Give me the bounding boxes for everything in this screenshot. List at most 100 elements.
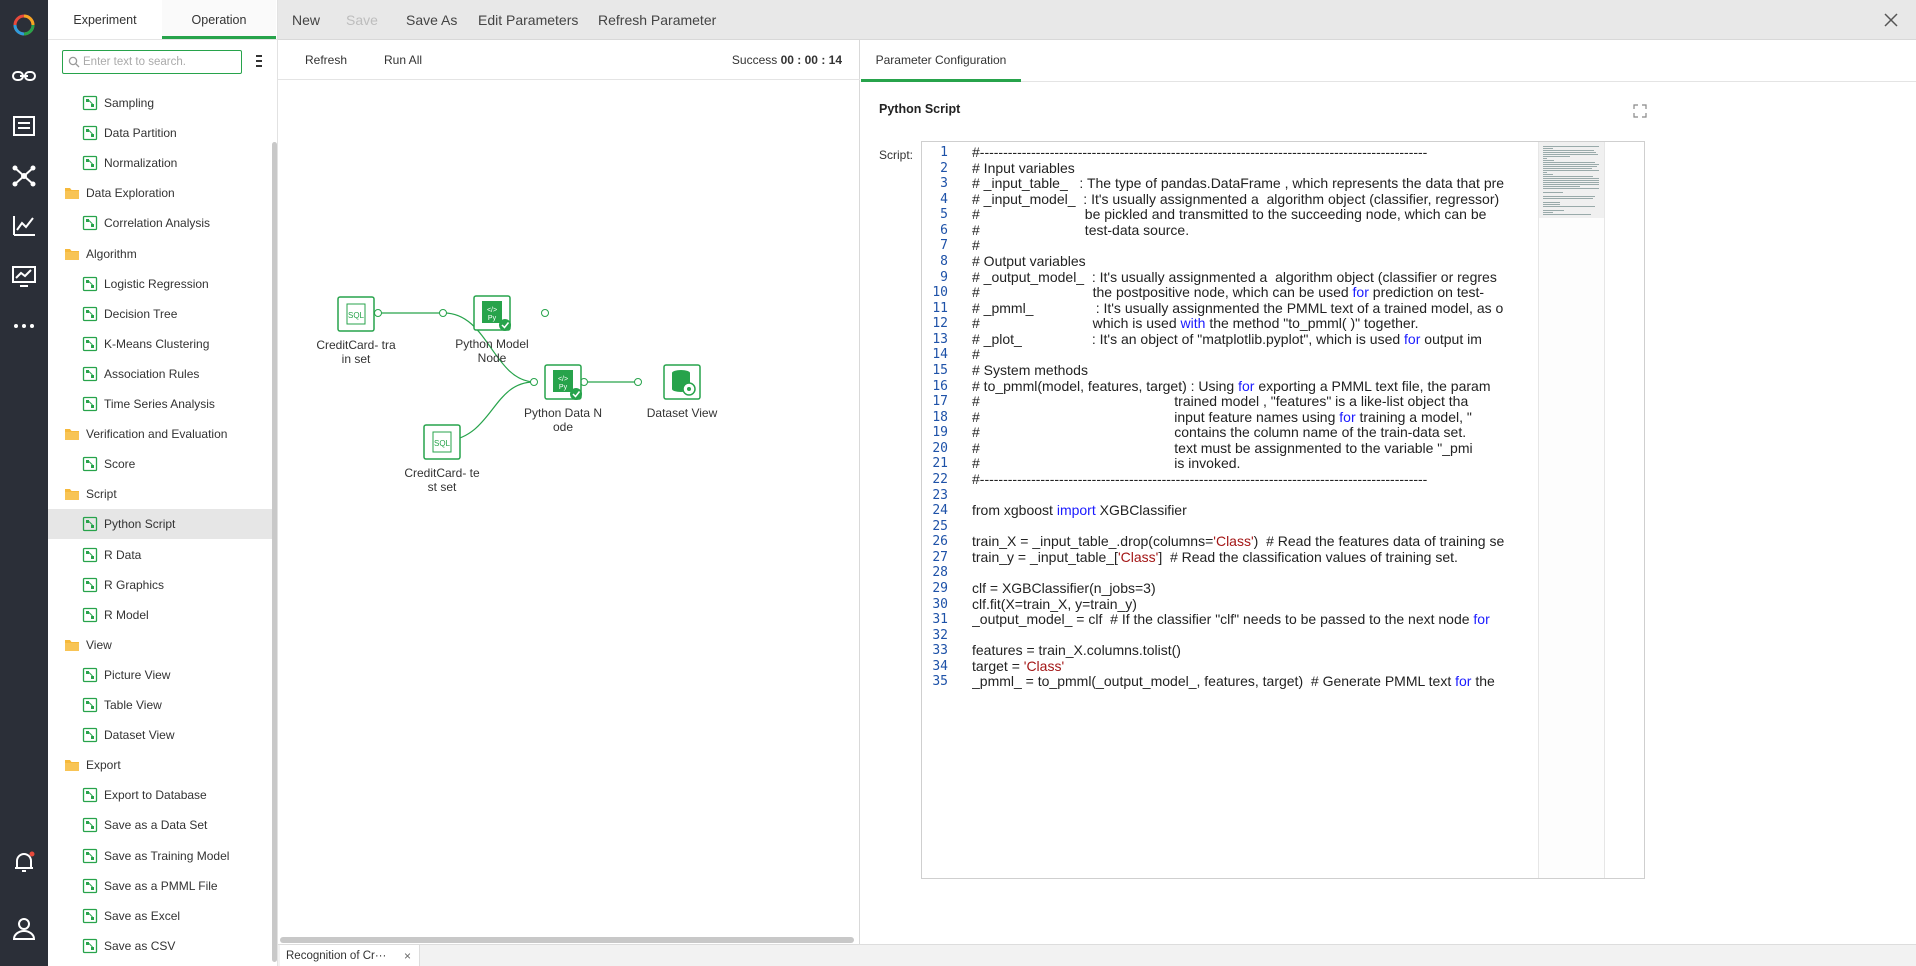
tree-item[interactable]: Save as Training Model — [48, 841, 272, 871]
operator-icon — [82, 667, 98, 683]
tree-item-label: R Graphics — [104, 577, 165, 592]
tree-item[interactable]: Score — [48, 449, 272, 479]
operator-icon — [82, 95, 98, 111]
tree-item-label: Data Exploration — [86, 186, 175, 201]
script-editor[interactable]: 1 2 3 4 5 6 7 8 9 10 11 12 13 14 15 16 17 18 19 20 21 22 23 24 2… — [921, 141, 1645, 879]
new-button[interactable]: New — [292, 0, 320, 40]
minimap-line — [1543, 166, 1597, 167]
monitor-icon[interactable] — [8, 260, 40, 292]
tree-item[interactable]: R Graphics — [48, 570, 272, 600]
tree-item[interactable]: Save as Excel — [48, 901, 272, 931]
tree-item[interactable]: Python Script — [48, 509, 272, 540]
tree-folder[interactable]: Export — [48, 750, 272, 780]
tab-experiment[interactable]: Experiment — [48, 0, 162, 39]
canvas-horizontal-scrollbar[interactable] — [280, 937, 854, 943]
link-icon[interactable] — [8, 60, 40, 92]
tree-item[interactable]: Data Partition — [48, 118, 272, 148]
tree-folder[interactable]: Verification and Evaluation — [48, 419, 272, 449]
operator-icon — [82, 577, 98, 592]
tree-item[interactable]: Table View — [48, 690, 272, 720]
document-tab-close-icon[interactable]: × — [404, 945, 411, 966]
tree-item[interactable]: R Data — [48, 540, 272, 570]
operator-panel: Experiment Operation Sampling Data Partit… — [48, 0, 278, 966]
node-label-0: Python Data N — [523, 406, 603, 420]
tree-item[interactable]: Save as a PMML File — [48, 871, 272, 901]
editor-scrollbar-track[interactable] — [1604, 142, 1644, 878]
tree-item-label: Export to Database — [104, 788, 207, 803]
run-all-button[interactable]: Run All — [384, 40, 422, 80]
tree-item[interactable]: Picture View — [48, 660, 272, 690]
tree-item-label: Correlation Analysis — [104, 216, 211, 231]
user-icon[interactable] — [8, 912, 40, 944]
minimap-line — [1543, 152, 1596, 153]
folder-icon — [65, 429, 79, 441]
tab-operation[interactable]: Operation — [162, 0, 276, 39]
refresh-parameter-button[interactable]: Refresh Parameter — [598, 0, 716, 40]
filter-menu-icon[interactable] — [254, 54, 264, 68]
tree-item[interactable]: Decision Tree — [48, 299, 272, 329]
tree-item[interactable]: Export to Database — [48, 780, 272, 810]
save-button[interactable]: Save — [346, 0, 378, 40]
app-logo-icon — [8, 8, 40, 40]
search-input[interactable] — [83, 53, 238, 71]
node-python-model[interactable]: </> Py Python Model Node — [432, 295, 552, 365]
tree-folder[interactable]: View — [48, 630, 272, 660]
tree-folder[interactable]: Script — [48, 479, 272, 509]
list-icon[interactable] — [8, 110, 40, 142]
tree-item-label: Dataset View — [104, 728, 175, 743]
tree-item[interactable]: Save as a Data Set — [48, 810, 272, 840]
notification-icon[interactable] — [8, 846, 40, 878]
folder-icon — [65, 188, 79, 200]
workflow-icon[interactable] — [8, 160, 40, 192]
tree-item[interactable]: Association Rules — [48, 359, 272, 389]
toolbar: New Save Save As Edit Parameters Refresh… — [278, 0, 1916, 40]
code-line: from xgboost import XGBClassifier — [972, 502, 1187, 519]
tree-item[interactable]: Dataset View — [48, 720, 272, 750]
code-line: #---------------------------------------… — [972, 470, 1428, 487]
node-python-data[interactable]: </> Py Python Data N ode — [503, 364, 623, 434]
tree-item[interactable]: Correlation Analysis — [48, 208, 272, 238]
line-number: 35 — [932, 674, 948, 690]
refresh-button[interactable]: Refresh — [305, 40, 347, 80]
code-area[interactable]: #---------------------------------------… — [972, 142, 1538, 878]
tree-item[interactable]: Time Series Analysis — [48, 389, 272, 419]
svg-text:</>: </> — [487, 307, 497, 314]
code-line: # test-data source. — [972, 221, 1190, 238]
folder-icon — [65, 639, 79, 651]
operator-icon — [82, 878, 98, 893]
tree-folder[interactable]: Data Exploration — [48, 178, 272, 208]
tab-parameter-configuration[interactable]: Parameter Configuration — [861, 40, 1021, 82]
tree-item[interactable]: Save as CSV — [48, 931, 272, 958]
panel-tabs: Experiment Operation — [48, 0, 277, 40]
search-icon — [68, 56, 80, 68]
status-time: 00 : 00 : 14 — [780, 53, 842, 67]
minimap-line — [1543, 204, 1561, 205]
edit-parameters-button[interactable]: Edit Parameters — [478, 0, 578, 40]
code-line: _output_model_ = clf # If the classifier… — [972, 611, 1490, 628]
tree-item[interactable]: Logistic Regression — [48, 269, 272, 299]
panel-scrollbar[interactable] — [272, 142, 277, 962]
tree-item-label: Save as a Data Set — [104, 818, 208, 833]
minimap-line — [1543, 160, 1554, 161]
code-minimap[interactable] — [1538, 142, 1605, 878]
close-icon[interactable] — [1882, 11, 1900, 29]
minimap-line — [1543, 214, 1591, 215]
analytics-icon[interactable] — [8, 210, 40, 242]
save-as-button[interactable]: Save As — [406, 0, 457, 40]
minimap-line — [1543, 198, 1593, 199]
node-creditcard-train[interactable]: SQL CreditCard- tra in set — [296, 296, 416, 366]
tree-folder[interactable]: Algorithm — [48, 239, 272, 269]
tree-item[interactable]: K-Means Clustering — [48, 329, 272, 359]
fullscreen-icon[interactable] — [1633, 104, 1647, 118]
tree-item[interactable]: R Model — [48, 600, 272, 630]
more-icon[interactable] — [8, 310, 40, 342]
node-dataset-view[interactable]: Dataset View — [622, 364, 742, 420]
folder-icon — [65, 248, 79, 260]
node-creditcard-test[interactable]: SQL CreditCard- te st set — [382, 424, 502, 494]
node-label-0: Dataset View — [646, 406, 718, 420]
minimap-line — [1543, 210, 1564, 211]
node-label-1: Node — [477, 351, 507, 365]
tree-item[interactable]: Sampling — [48, 88, 272, 118]
tree-item[interactable]: Normalization — [48, 148, 272, 178]
document-tab[interactable]: Recognition of Cr··· × — [280, 945, 420, 966]
